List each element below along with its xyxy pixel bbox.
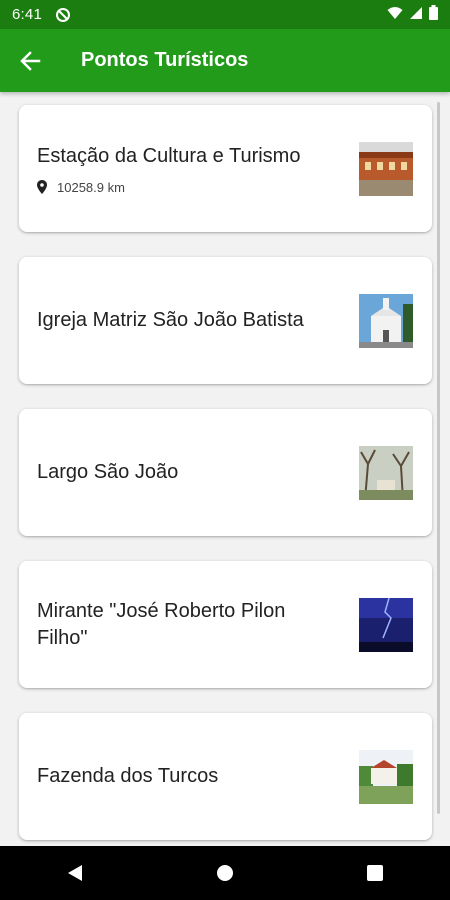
place-thumbnail: [359, 294, 413, 348]
location-pin-icon: [37, 180, 47, 194]
place-name: Igreja Matriz São João Batista: [37, 309, 304, 331]
place-name: Largo São João: [37, 461, 179, 483]
triangle-back-icon: [68, 865, 82, 881]
place-name: Fazenda dos Turcos: [37, 765, 219, 787]
list-item[interactable]: Mirante "José Roberto Pilon Filho": [19, 561, 432, 688]
circle-home-icon: [217, 865, 233, 881]
status-bar: 6:41: [0, 0, 450, 29]
signal-icon: [409, 6, 423, 24]
back-button[interactable]: [0, 29, 62, 92]
system-nav-bar: [0, 846, 450, 900]
square-recents-icon: [367, 865, 383, 881]
wifi-icon: [387, 6, 403, 24]
battery-icon: [429, 5, 438, 24]
place-thumbnail: [359, 750, 413, 804]
nav-back-button[interactable]: [45, 846, 105, 900]
list-item[interactable]: Largo São João: [19, 409, 432, 536]
nav-home-button[interactable]: [195, 846, 255, 900]
distance-label: 10258.9 km: [57, 179, 125, 195]
place-thumbnail: [359, 142, 413, 196]
place-distance: 10258.9 km: [37, 180, 337, 195]
app-bar: Pontos Turísticos: [0, 29, 450, 92]
place-name: Mirante "José Roberto Pilon Filho": [37, 599, 286, 649]
place-name: Estação da Cultura e Turismo: [37, 144, 301, 167]
list-item[interactable]: Estação da Cultura e Turismo 10258.9 km: [19, 105, 432, 232]
scrollbar[interactable]: [437, 102, 440, 814]
page-title: Pontos Turísticos: [81, 49, 249, 71]
nav-recents-button[interactable]: [345, 846, 405, 900]
place-thumbnail: [359, 598, 413, 652]
status-time: 6:41: [12, 6, 42, 23]
arrow-left-icon: [20, 50, 41, 71]
notification-icon: [56, 7, 70, 22]
list-item[interactable]: Fazenda dos Turcos: [19, 713, 432, 840]
places-list[interactable]: Estação da Cultura e Turismo 10258.9 km …: [0, 92, 450, 846]
list-item[interactable]: Igreja Matriz São João Batista: [19, 257, 432, 384]
place-thumbnail: [359, 446, 413, 500]
